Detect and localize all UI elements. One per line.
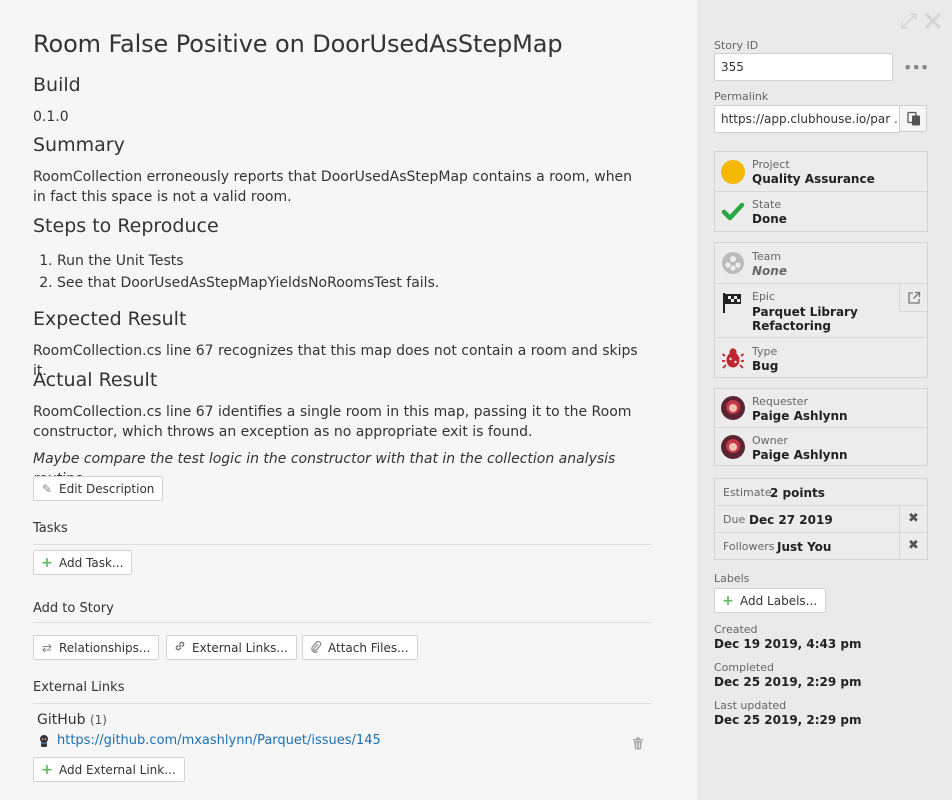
project-row[interactable]: Project Quality Assurance [715, 152, 927, 192]
type-value: Bug [752, 359, 779, 373]
step-item: Run the Unit Tests [57, 250, 439, 272]
trash-icon[interactable] [632, 735, 644, 750]
github-issue-link[interactable]: https://github.com/mxashlynn/Parquet/iss… [37, 733, 381, 748]
divider [33, 544, 651, 545]
owner-value: Paige Ashlynn [752, 448, 848, 462]
clear-followers-icon[interactable]: ✖ [899, 533, 927, 559]
pencil-icon: ✎ [41, 481, 53, 496]
external-link-icon [907, 290, 921, 309]
add-task-button[interactable]: + Add Task... [33, 550, 133, 575]
divider [33, 703, 651, 704]
expand-icon[interactable] [900, 12, 918, 34]
avatar [721, 435, 745, 463]
team-row[interactable]: Team None [715, 243, 927, 284]
clear-due-date-icon[interactable]: ✖ [899, 506, 927, 532]
people-card: Requester Paige Ashlynn Owner Paige Ashl… [714, 388, 928, 466]
steps-heading: Steps to Reproduce [33, 215, 219, 237]
relationship-arrows-icon: ⇄ [41, 640, 53, 655]
completed-label: Completed [714, 661, 774, 674]
close-icon[interactable] [924, 12, 942, 34]
state-value: Done [752, 212, 787, 226]
story-id-label: Story ID [714, 39, 759, 52]
steps-list: Run the Unit Tests See that DoorUsedAsSt… [33, 250, 439, 294]
created-value: Dec 19 2019, 4:43 pm [714, 637, 862, 651]
expected-heading: Expected Result [33, 308, 187, 330]
edit-description-button[interactable]: ✎ Edit Description [33, 476, 164, 501]
type-row[interactable]: Type Bug [715, 338, 927, 377]
labels-label: Labels [714, 572, 750, 585]
details-card: Team None Epic Parquet Library Refactori… [714, 242, 928, 378]
plus-icon: + [722, 592, 734, 609]
permalink-label: Permalink [714, 90, 769, 103]
add-to-story-heading: Add to Story [33, 601, 114, 616]
tasks-heading: Tasks [33, 521, 68, 536]
octocat-icon [37, 734, 51, 748]
story-id-field[interactable]: 355 [714, 53, 893, 81]
project-color-icon [721, 160, 745, 188]
owner-row[interactable]: Owner Paige Ashlynn [715, 428, 927, 466]
project-value: Quality Assurance [752, 172, 875, 186]
external-links-button[interactable]: External Links... [166, 635, 297, 660]
more-options-icon[interactable]: ••• [903, 58, 929, 77]
open-epic-button[interactable] [899, 284, 927, 312]
attach-files-button[interactable]: Attach Files... [302, 635, 418, 660]
build-value: 0.1.0 [33, 109, 69, 125]
followers-value: Just You [777, 540, 832, 554]
summary-text: RoomCollection erroneously reports that … [33, 169, 633, 205]
checkmark-icon [721, 202, 745, 226]
divider [33, 622, 651, 623]
avatar [721, 396, 745, 424]
epic-row[interactable]: Epic Parquet Library Refactoring [715, 284, 927, 338]
relationships-button[interactable]: ⇄ Relationships... [33, 635, 160, 660]
due-date-row[interactable]: Due Dec 27 2019 ✖ [715, 506, 927, 533]
state-row[interactable]: State Done [715, 192, 927, 231]
story-title[interactable]: Room False Positive on DoorUsedAsStepMap [33, 30, 563, 58]
updated-label: Last updated [714, 699, 787, 712]
actual-text: RoomCollection.cs line 67 identifies a s… [33, 404, 632, 440]
step-item: See that DoorUsedAsStepMapYieldsNoRoomsT… [57, 272, 439, 294]
add-labels-button[interactable]: + Add Labels... [714, 588, 827, 613]
estimate-row[interactable]: Estimate 2 points [715, 479, 927, 506]
updated-value: Dec 25 2019, 2:29 pm [714, 713, 862, 727]
permalink-field[interactable]: https://app.clubhouse.io/par ... [714, 105, 900, 133]
plus-icon: + [41, 554, 53, 571]
actual-heading: Actual Result [33, 369, 158, 391]
clipboard-icon [907, 111, 921, 130]
summary-heading: Summary [33, 134, 125, 156]
external-links-heading: External Links [33, 680, 125, 695]
build-heading: Build [33, 74, 81, 96]
requester-row[interactable]: Requester Paige Ashlynn [715, 389, 927, 428]
planning-card: Estimate 2 points Due Dec 27 2019 ✖ Foll… [714, 478, 928, 560]
paperclip-icon [309, 640, 323, 656]
github-group: GitHub (1) [37, 712, 107, 728]
requester-value: Paige Ashlynn [752, 409, 848, 423]
story-main: Room False Positive on DoorUsedAsStepMap… [0, 0, 697, 800]
epic-value: Parquet Library Refactoring [752, 305, 858, 333]
add-external-link-button[interactable]: + Add External Link... [33, 757, 185, 782]
estimate-value: 2 points [770, 486, 825, 500]
team-icon [721, 251, 745, 279]
created-label: Created [714, 623, 758, 636]
story-sidebar: Story ID 355 ••• Permalink https://app.c… [697, 0, 952, 800]
link-icon [173, 640, 187, 655]
followers-row[interactable]: Followers Just You ✖ [715, 533, 927, 560]
due-date-value: Dec 27 2019 [749, 513, 833, 527]
team-value: None [752, 264, 787, 278]
epic-flag-icon [721, 291, 743, 319]
plus-icon: + [41, 761, 53, 778]
github-count: (1) [89, 713, 107, 727]
copy-button[interactable] [899, 105, 927, 132]
bug-icon [721, 346, 745, 374]
workflow-card: Project Quality Assurance State Done [714, 151, 928, 232]
completed-value: Dec 25 2019, 2:29 pm [714, 675, 862, 689]
